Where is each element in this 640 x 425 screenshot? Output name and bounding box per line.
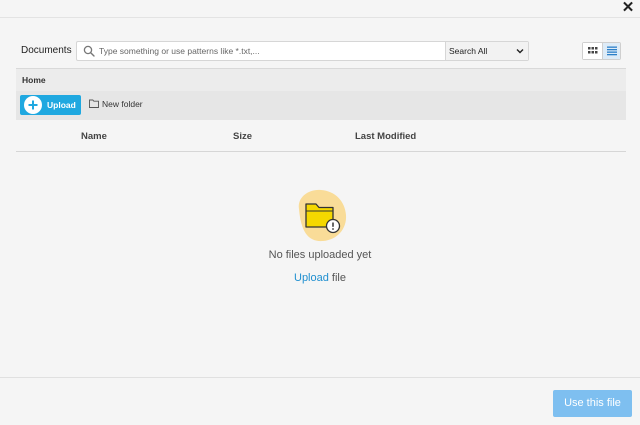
documents-label: Documents [21, 45, 72, 56]
breadcrumb: Home [16, 68, 626, 91]
search-icon [83, 45, 95, 57]
file-table-header: Name Size Last Modified [16, 120, 626, 152]
breadcrumb-item-home[interactable]: Home [22, 75, 46, 85]
view-toggle [582, 42, 621, 60]
column-header-size[interactable]: Size [233, 131, 252, 142]
header-divider [0, 17, 640, 18]
column-header-name[interactable]: Name [81, 131, 107, 142]
footer-divider [0, 377, 640, 378]
empty-state-message: No files uploaded yet [268, 249, 372, 261]
upload-button-label: Upload [47, 100, 76, 110]
empty-state-cta: Upload file [0, 272, 640, 284]
upload-link[interactable]: Upload [294, 272, 329, 284]
use-this-file-button[interactable]: Use this file [553, 390, 632, 417]
search-scope-select[interactable]: Search All [446, 42, 528, 60]
grid-icon [588, 47, 598, 54]
upload-link-suffix: file [328, 272, 346, 284]
column-header-last-modified[interactable]: Last Modified [355, 131, 416, 142]
use-this-file-label: Use this file [564, 397, 621, 409]
list-icon [607, 46, 617, 56]
list-view-button[interactable] [602, 43, 620, 59]
close-button[interactable]: ✕ [618, 0, 638, 17]
search-box: Search All [76, 41, 529, 61]
search-scope-value: Search All [449, 46, 488, 56]
upload-button[interactable]: Upload [20, 95, 81, 115]
file-toolbar: Upload New folder [16, 91, 626, 120]
grid-view-button[interactable] [583, 43, 602, 59]
search-input[interactable] [99, 43, 443, 59]
new-folder-label: New folder [102, 99, 143, 109]
folder-icon [89, 99, 99, 108]
folder-warning-icon [298, 189, 347, 242]
chevron-down-icon [516, 49, 524, 54]
plus-circle-icon [24, 96, 42, 114]
